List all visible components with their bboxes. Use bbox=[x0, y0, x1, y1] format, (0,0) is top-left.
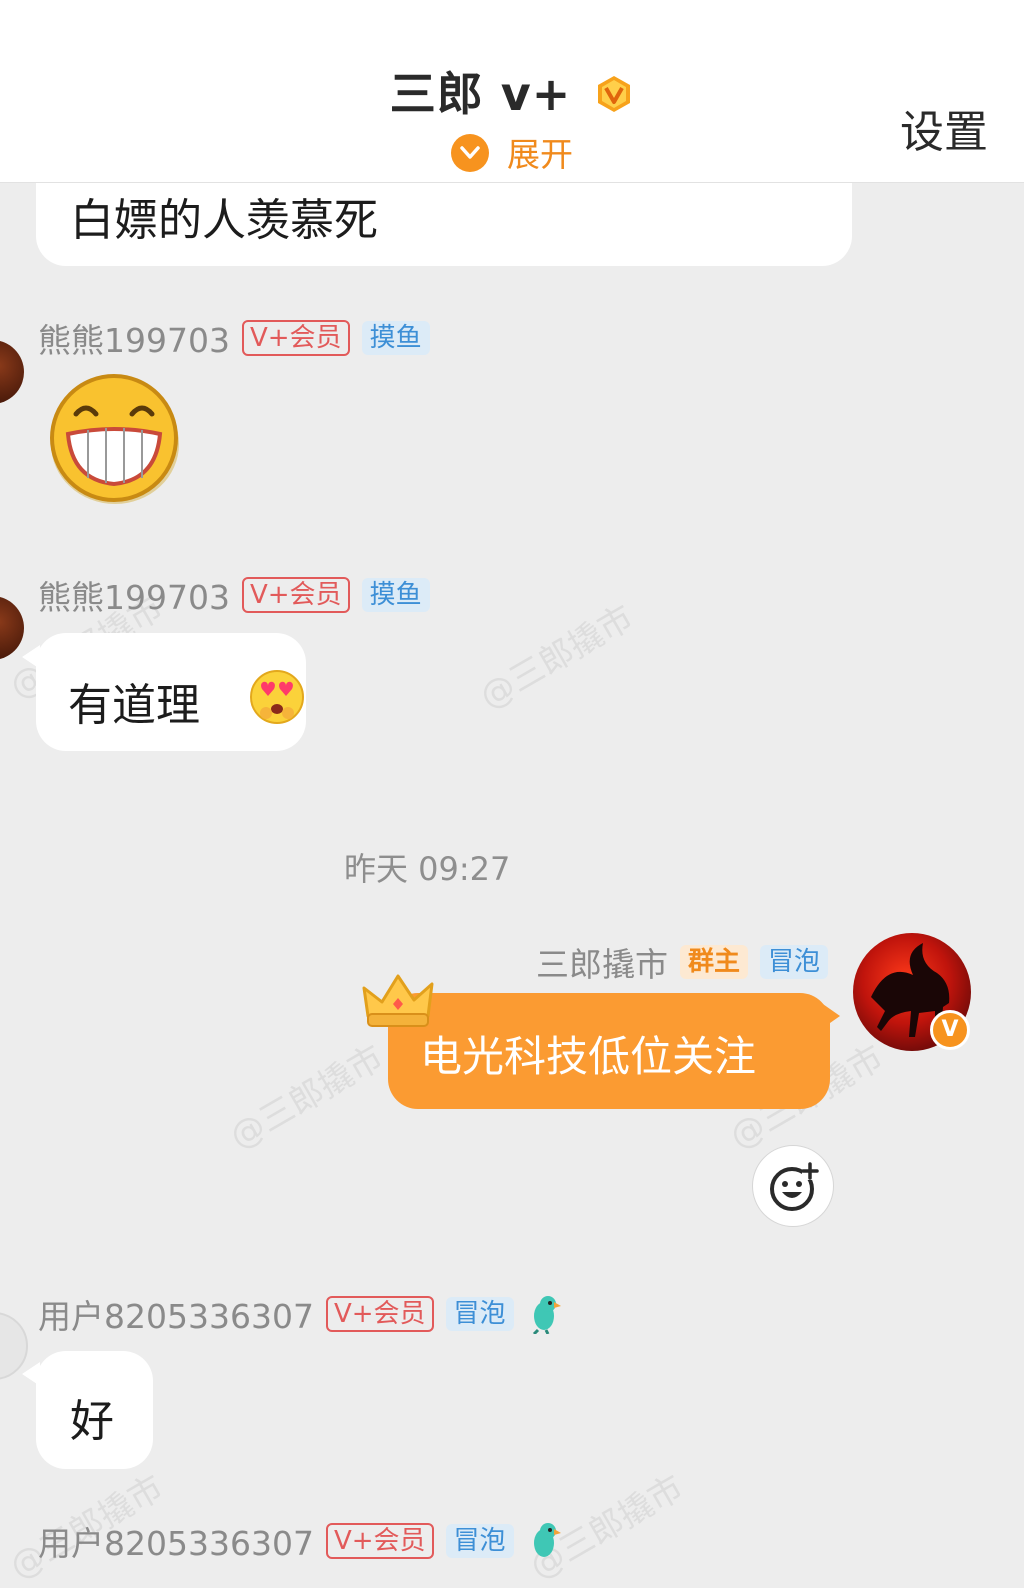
vip-member-badge: V+会员 bbox=[325, 1296, 434, 1332]
sender-name[interactable]: 三郎撬市 bbox=[536, 938, 668, 986]
owner-badge: 群主 bbox=[679, 945, 748, 979]
bubble-tail bbox=[22, 1362, 40, 1386]
message-text: 有道理 bbox=[68, 680, 200, 731]
vplus-badge-icon bbox=[598, 76, 631, 112]
sender-row: 用户8205336307 V+会员 冒泡 bbox=[38, 1294, 562, 1336]
chat-header: 三郎 v+ 展开 设置 bbox=[0, 0, 1024, 183]
parrot-icon bbox=[532, 1296, 561, 1334]
add-reaction-button[interactable] bbox=[752, 1145, 834, 1227]
message-text: 白嫖的人羡慕死 bbox=[70, 195, 378, 246]
sender-row: 三郎撬市 群主 冒泡 bbox=[536, 938, 828, 986]
watermark: @三郎撬市 bbox=[223, 1037, 391, 1158]
verified-icon: V bbox=[930, 1010, 970, 1050]
expand-label: 展开 bbox=[507, 135, 573, 174]
bubble-tail bbox=[820, 1002, 840, 1030]
grin-emoji-icon[interactable] bbox=[48, 372, 182, 506]
sender-row: 用户8205336307 V+会员 冒泡 bbox=[38, 1521, 562, 1563]
sender-name[interactable]: 熊熊199703 bbox=[38, 571, 230, 619]
vip-member-badge: V+会员 bbox=[241, 577, 350, 613]
my-message-bubble[interactable]: 电光科技低位关注 bbox=[388, 993, 830, 1109]
add-emoji-icon bbox=[770, 1162, 819, 1211]
sender-name[interactable]: 用户8205336307 bbox=[38, 1517, 314, 1565]
message-text: 好 bbox=[70, 1396, 114, 1447]
sender-name[interactable]: 用户8205336307 bbox=[38, 1290, 314, 1338]
sender-row: 熊熊199703 V+会员 摸鱼 bbox=[38, 318, 430, 360]
watermark: @三郎撬市 bbox=[473, 597, 641, 718]
expand-toggle[interactable]: 展开 bbox=[0, 128, 1024, 176]
level-badge: 摸鱼 bbox=[361, 321, 430, 355]
avatar[interactable] bbox=[0, 340, 24, 404]
chevron-down-icon bbox=[451, 134, 489, 172]
crown-icon bbox=[362, 974, 434, 1027]
sender-name[interactable]: 熊熊199703 bbox=[38, 314, 230, 362]
vip-member-badge: V+会员 bbox=[325, 1523, 434, 1559]
chat-title[interactable]: 三郎 v+ bbox=[0, 58, 1024, 124]
message-bubble[interactable]: 有道理 bbox=[36, 633, 306, 751]
settings-button[interactable]: 设置 bbox=[900, 96, 988, 160]
parrot-icon bbox=[533, 1523, 561, 1557]
level-badge: 冒泡 bbox=[445, 1524, 514, 1558]
level-badge: 摸鱼 bbox=[361, 578, 430, 612]
message-text: 电光科技低位关注 bbox=[420, 1032, 757, 1081]
level-badge: 冒泡 bbox=[759, 945, 828, 979]
sender-row: 熊熊199703 V+会员 摸鱼 bbox=[38, 575, 430, 617]
message-bubble[interactable]: 好 bbox=[36, 1351, 153, 1469]
heart-eyes-emoji-icon bbox=[250, 670, 304, 724]
level-badge: 冒泡 bbox=[445, 1297, 514, 1331]
vip-member-badge: V+会员 bbox=[241, 320, 350, 356]
group-name: 三郎 v+ bbox=[389, 67, 572, 121]
avatar[interactable] bbox=[0, 596, 24, 660]
bubble-tail bbox=[22, 645, 40, 669]
timestamp: 昨天 09:27 bbox=[344, 850, 511, 888]
